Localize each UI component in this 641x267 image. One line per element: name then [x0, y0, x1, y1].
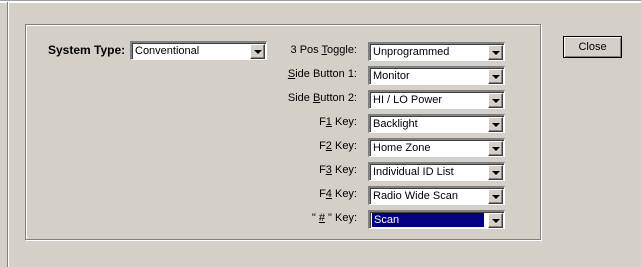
label-text: "	[311, 212, 319, 224]
label-text: F	[319, 140, 326, 152]
f4-key-dropdown-button[interactable]	[488, 189, 503, 204]
label-text: F	[319, 116, 326, 128]
hash-key-dropdown[interactable]: Scan	[368, 210, 505, 229]
label-text: Key:	[331, 116, 357, 128]
label-text: Key:	[331, 140, 357, 152]
side-button-1-dropdown[interactable]: Monitor	[368, 66, 505, 85]
label-text: oggle:	[327, 44, 357, 56]
chevron-down-icon	[492, 51, 500, 55]
f4-key-value: Radio Wide Scan	[373, 190, 458, 202]
f1-key-dropdown-button[interactable]	[488, 117, 503, 132]
f2-key-dropdown-button[interactable]	[488, 141, 503, 156]
chevron-down-icon	[492, 195, 500, 199]
close-button[interactable]: Close	[563, 36, 622, 58]
f1-key-value: Backlight	[373, 118, 418, 130]
f3-key-value: Individual ID List	[373, 166, 454, 178]
label-text: 3 Pos	[290, 44, 322, 56]
3-pos-toggle-dropdown-button[interactable]	[488, 45, 503, 60]
f3-key-dropdown[interactable]: Individual ID List	[368, 162, 505, 181]
f2-key-dropdown[interactable]: Home Zone	[368, 138, 505, 157]
side-button-1-dropdown-button[interactable]	[488, 69, 503, 84]
chevron-down-icon	[492, 219, 500, 223]
hash-key-dropdown-button[interactable]	[488, 213, 503, 228]
system-type-label: System Type:	[48, 43, 126, 57]
label-text: Side	[287, 92, 313, 104]
chevron-down-icon	[492, 171, 500, 175]
hash-key-label: " # " Key:	[237, 212, 357, 224]
side-button-2-value: HI / LO Power	[373, 94, 443, 106]
chevron-down-icon	[492, 75, 500, 79]
side-button-2-label: Side Button 2:	[237, 92, 357, 104]
3-pos-toggle-label: 3 Pos Toggle:	[237, 44, 357, 56]
f3-key-label: F3 Key:	[237, 164, 357, 176]
side-button-2-dropdown[interactable]: HI / LO Power	[368, 90, 505, 109]
f3-key-dropdown-button[interactable]	[488, 165, 503, 180]
side-button-2-dropdown-button[interactable]	[488, 93, 503, 108]
side-button-1-label: Side Button 1:	[237, 68, 357, 80]
label-text: F	[319, 164, 326, 176]
f2-key-label: F2 Key:	[237, 140, 357, 152]
side-button-1-value: Monitor	[373, 70, 410, 82]
f1-key-label: F1 Key:	[237, 116, 357, 128]
f4-key-label: F4 Key:	[237, 188, 357, 200]
f2-key-value: Home Zone	[373, 142, 431, 154]
chevron-down-icon	[492, 99, 500, 103]
label-text: Key:	[331, 164, 357, 176]
f4-key-dropdown[interactable]: Radio Wide Scan	[368, 186, 505, 205]
chevron-down-icon	[492, 123, 500, 127]
f1-key-dropdown[interactable]: Backlight	[368, 114, 505, 133]
3-pos-toggle-value: Unprogrammed	[373, 46, 450, 58]
label-text: ide Button 1:	[295, 68, 357, 80]
label-text: F	[319, 188, 326, 200]
top-edge	[0, 0, 641, 3]
label-text: utton 2:	[320, 92, 357, 104]
chevron-down-icon	[492, 147, 500, 151]
3-pos-toggle-dropdown[interactable]: Unprogrammed	[368, 42, 505, 61]
label-text: Key:	[331, 188, 357, 200]
system-type-value: Conventional	[135, 45, 200, 57]
left-edge	[7, 2, 9, 267]
label-text: " Key:	[324, 212, 357, 224]
hash-key-value: Scan	[372, 213, 484, 227]
